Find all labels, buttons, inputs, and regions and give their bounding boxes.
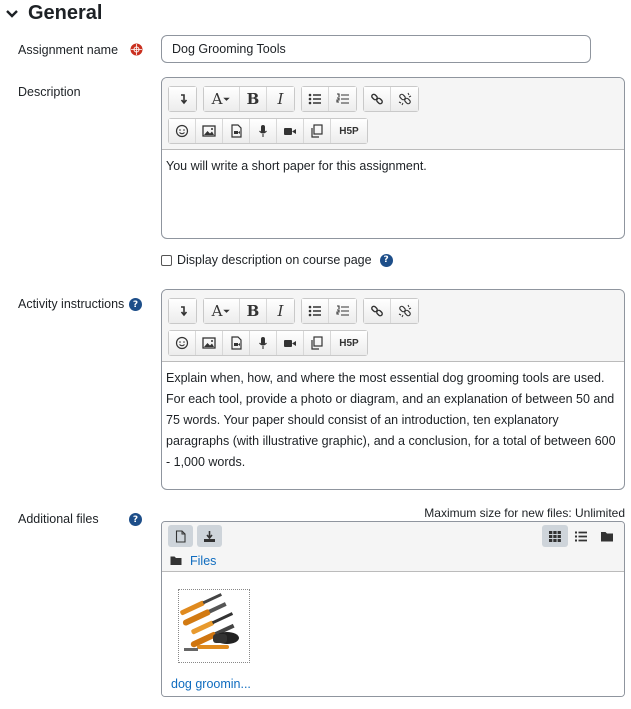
- font-style-button[interactable]: A: [204, 299, 240, 323]
- unlink-button[interactable]: [391, 87, 418, 111]
- image-button[interactable]: [196, 119, 223, 143]
- folder-icon: [170, 556, 182, 565]
- video-camera-icon: [284, 340, 296, 347]
- record-video-button[interactable]: [277, 119, 304, 143]
- file-video-icon: [231, 124, 242, 138]
- ordered-list-button[interactable]: [329, 87, 356, 111]
- add-file-button[interactable]: [168, 525, 193, 547]
- emoji-button[interactable]: [169, 331, 196, 355]
- bold-button[interactable]: B: [240, 299, 267, 323]
- file-area[interactable]: dog groomin...: [162, 572, 624, 696]
- activity-instructions-label: Activity instructions: [18, 297, 125, 311]
- display-description-checkbox[interactable]: [161, 254, 172, 266]
- record-audio-button[interactable]: [250, 119, 277, 143]
- section-header-general[interactable]: General: [4, 2, 102, 25]
- file-path-breadcrumb: Files: [162, 550, 624, 572]
- numbered-list-icon: [335, 305, 349, 316]
- description-editor[interactable]: ABI H5P You will write a short paper for…: [161, 77, 625, 239]
- microphone-icon: [259, 337, 267, 349]
- unordered-list-button[interactable]: [302, 87, 329, 111]
- media-button[interactable]: [223, 331, 250, 355]
- image-icon: [202, 337, 216, 349]
- download-icon: [204, 530, 215, 542]
- video-camera-icon: [284, 128, 296, 135]
- h5p-button[interactable]: H5P: [331, 119, 367, 143]
- image-icon: [202, 125, 216, 137]
- description-content[interactable]: You will write a short paper for this as…: [162, 150, 624, 183]
- file-manager: Files dog groomin...: [161, 521, 625, 697]
- media-button[interactable]: [223, 119, 250, 143]
- copy-files-icon: [311, 124, 323, 138]
- record-audio-button[interactable]: [250, 331, 277, 355]
- manage-files-button[interactable]: [304, 119, 331, 143]
- bullet-list-icon: [308, 305, 321, 317]
- additional-files-label: Additional files: [18, 512, 99, 526]
- unlink-button[interactable]: [391, 299, 418, 323]
- numbered-list-icon: [335, 93, 349, 104]
- bullet-list-icon: [308, 93, 321, 105]
- font-style-button[interactable]: A: [204, 87, 240, 111]
- file-video-icon: [231, 336, 242, 350]
- bold-button[interactable]: B: [240, 87, 267, 111]
- files-path-link[interactable]: Files: [190, 554, 216, 568]
- help-icon[interactable]: ?: [379, 253, 393, 267]
- unlink-icon: [398, 304, 411, 318]
- help-icon[interactable]: ?: [129, 513, 142, 526]
- file-manager-toolbar: [162, 522, 624, 550]
- smiley-icon: [175, 124, 189, 138]
- editor-toolbar: ABI H5P: [162, 78, 624, 150]
- show-more-buttons-button[interactable]: [169, 87, 196, 111]
- activity-instructions-content[interactable]: Explain when, how, and where the most es…: [162, 362, 624, 479]
- link-button[interactable]: [364, 87, 391, 111]
- icon-view-button[interactable]: [542, 525, 568, 547]
- unlink-icon: [398, 92, 411, 106]
- dog-grooming-tools-image: [179, 590, 249, 662]
- italic-button[interactable]: I: [267, 87, 294, 111]
- italic-button[interactable]: I: [267, 299, 294, 323]
- record-video-button[interactable]: [277, 331, 304, 355]
- max-file-size-text: Maximum size for new files: Unlimited: [424, 506, 625, 520]
- grid-icon: [549, 530, 561, 542]
- file-name-link[interactable]: dog groomin...: [171, 677, 251, 691]
- chevron-down-icon[interactable]: [4, 6, 20, 22]
- download-button[interactable]: [197, 525, 222, 547]
- smiley-icon: [175, 336, 189, 350]
- link-icon: [371, 93, 383, 105]
- help-icon[interactable]: ?: [129, 298, 142, 311]
- file-icon: [175, 529, 186, 543]
- link-button[interactable]: [364, 299, 391, 323]
- required-icon: [130, 43, 143, 56]
- file-thumbnail[interactable]: [178, 589, 250, 663]
- link-icon: [371, 305, 383, 317]
- manage-files-button[interactable]: [304, 331, 331, 355]
- h5p-button[interactable]: H5P: [331, 331, 367, 355]
- copy-files-icon: [311, 336, 323, 350]
- assignment-name-input[interactable]: [161, 35, 591, 63]
- unordered-list-button[interactable]: [302, 299, 329, 323]
- activity-instructions-editor[interactable]: ABI H5P Explain when, how, and where the…: [161, 289, 625, 490]
- microphone-icon: [259, 125, 267, 137]
- list-view-button[interactable]: [568, 525, 594, 547]
- display-description-row[interactable]: Display description on course page ?: [161, 253, 393, 267]
- section-title: General: [28, 2, 103, 24]
- emoji-button[interactable]: [169, 119, 196, 143]
- list-icon: [575, 531, 587, 541]
- tree-view-button[interactable]: [594, 525, 620, 547]
- caret-down-icon: [223, 97, 231, 101]
- description-label: Description: [18, 85, 81, 99]
- show-more-buttons-button[interactable]: [169, 299, 196, 323]
- arrow-down-icon: [180, 306, 187, 317]
- editor-toolbar: ABI H5P: [162, 290, 624, 362]
- display-description-label[interactable]: Display description on course page: [177, 253, 372, 267]
- ordered-list-button[interactable]: [329, 299, 356, 323]
- image-button[interactable]: [196, 331, 223, 355]
- folder-icon: [601, 531, 613, 541]
- arrow-down-icon: [180, 94, 187, 105]
- assignment-name-label: Assignment name: [18, 43, 119, 57]
- caret-down-icon: [223, 309, 231, 313]
